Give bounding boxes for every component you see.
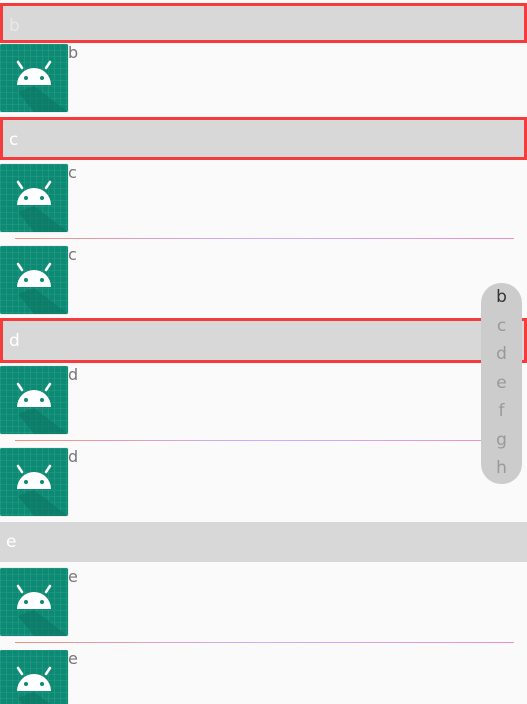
item-divider bbox=[15, 642, 514, 643]
item-divider bbox=[15, 440, 514, 441]
android-icon bbox=[0, 44, 68, 112]
item-name: e bbox=[68, 650, 78, 668]
section-header-label: b bbox=[9, 16, 20, 36]
index-letter-g[interactable]: g bbox=[481, 430, 522, 450]
section-header-c: c bbox=[0, 117, 527, 160]
list-item[interactable]: c bbox=[0, 164, 527, 234]
item-name: b bbox=[68, 43, 79, 62]
android-icon bbox=[0, 164, 68, 232]
item-name: d bbox=[68, 447, 79, 466]
section-header-label: c bbox=[9, 130, 19, 150]
index-letter-e[interactable]: e bbox=[481, 373, 522, 393]
letter-index-bar[interactable]: b c d e f g h bbox=[481, 283, 522, 484]
android-icon bbox=[0, 448, 68, 516]
section-header-d: d bbox=[0, 318, 527, 363]
section-header-e: e bbox=[0, 522, 527, 562]
list-item[interactable]: e bbox=[0, 650, 527, 704]
list-item[interactable]: e bbox=[0, 568, 527, 638]
section-header-b: b bbox=[0, 3, 527, 43]
item-name: e bbox=[68, 567, 78, 586]
index-letter-c[interactable]: c bbox=[481, 316, 522, 336]
index-letter-f[interactable]: f bbox=[481, 401, 522, 421]
section-header-label: d bbox=[9, 331, 20, 351]
android-icon bbox=[0, 650, 68, 704]
list-item[interactable]: d bbox=[0, 448, 527, 518]
item-divider bbox=[15, 238, 514, 239]
list-item[interactable]: d bbox=[0, 366, 527, 436]
list-item[interactable]: b bbox=[0, 44, 527, 114]
index-letter-b[interactable]: b bbox=[481, 287, 522, 307]
android-icon bbox=[0, 246, 68, 314]
item-name: c bbox=[68, 163, 77, 182]
list-item[interactable]: c bbox=[0, 246, 527, 316]
android-icon bbox=[0, 568, 68, 636]
index-letter-d[interactable]: d bbox=[481, 344, 522, 364]
item-name: c bbox=[68, 245, 77, 264]
android-icon bbox=[0, 366, 68, 434]
index-letter-h[interactable]: h bbox=[481, 458, 522, 478]
section-header-label: e bbox=[6, 532, 17, 552]
item-name: d bbox=[68, 365, 79, 384]
